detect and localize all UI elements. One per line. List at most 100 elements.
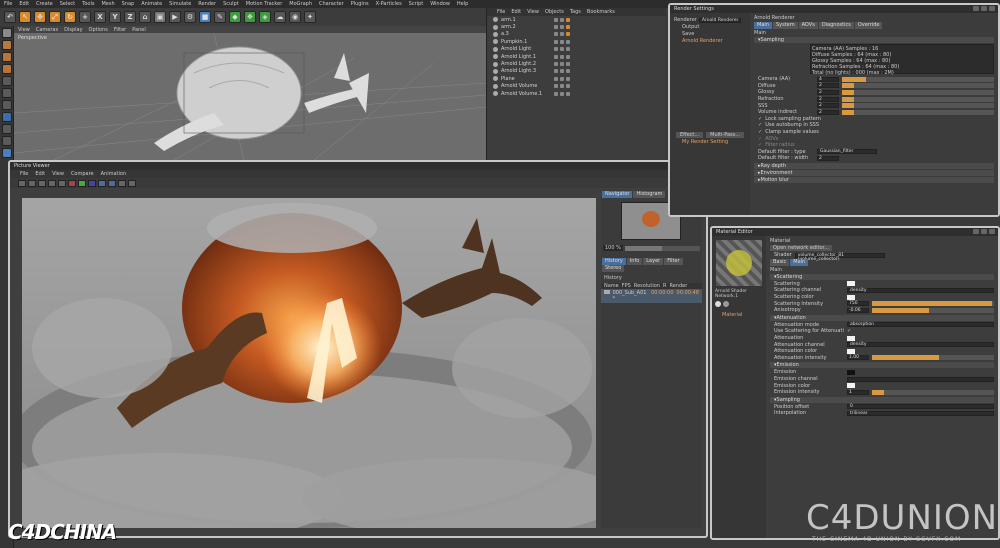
param-value[interactable]: 750 [847,301,869,307]
param-field[interactable] [847,376,994,382]
param-slider[interactable] [842,96,994,102]
tab-navigator[interactable]: Navigator [602,191,633,198]
collapsed-section[interactable]: ▸ Motion blur [754,176,994,183]
menu-item-17[interactable]: Window [430,1,450,7]
info-tab-4[interactable]: Stereo [602,265,625,272]
copy-icon[interactable] [58,179,66,187]
collapsed-section[interactable]: ▸ Ray depth [754,162,994,169]
collapsed-section[interactable]: ▸ Environment [754,169,994,176]
node-icon[interactable] [715,301,721,307]
tag-icon[interactable] [554,54,558,59]
tag-icon[interactable] [560,17,564,22]
param-value[interactable]: 2 [817,109,839,115]
grid-view-icon[interactable] [108,179,116,187]
object-row[interactable]: Arnold Light [487,46,666,53]
tag-icon[interactable] [560,32,564,37]
color-swatch[interactable] [847,383,855,389]
tag-icon[interactable] [560,84,564,89]
tag-icon[interactable] [566,54,570,59]
info-tab-3[interactable]: Filter [664,258,683,265]
menu-item-13[interactable]: Character [319,1,344,7]
menu-item-2[interactable]: Create [36,1,53,7]
object-row[interactable]: Plane [487,75,666,82]
om-menu-item-3[interactable]: Objects [545,9,564,15]
lock-icon[interactable] [2,136,12,146]
tag-icon[interactable] [554,25,558,30]
cube-icon[interactable]: ■ [199,11,211,23]
render-view-icon[interactable]: ▶ [169,11,181,23]
tag-icon[interactable] [560,69,564,74]
param-field[interactable]: trilinear [847,410,994,416]
minimize-icon[interactable] [973,229,979,234]
sampling-section[interactable]: ▾ Sampling [770,396,994,403]
object-row[interactable]: Arnold Light.1 [487,53,666,60]
param-field[interactable]: density [847,287,994,293]
shader-dropdown[interactable]: volume_collector_81 (volume_collector) [794,252,885,262]
menu-item-6[interactable]: Snap [122,1,135,7]
channel-g-icon[interactable] [78,179,86,187]
rs-tab-2[interactable]: AOVs [798,22,818,29]
viewport-menu-item-0[interactable]: View [18,27,30,33]
x-axis-toggle[interactable]: X [94,11,106,23]
param-value[interactable]: 4 [817,76,839,82]
param-slider[interactable] [872,307,994,313]
undo-icon[interactable]: ↶ [4,11,16,23]
render-region-icon[interactable]: ▣ [154,11,166,23]
filter-width-field[interactable]: 2 [817,155,839,161]
y-axis-toggle[interactable]: Y [109,11,121,23]
me-tab-0[interactable]: Basic [770,258,790,266]
option-row[interactable]: ✓ AOVs [754,135,994,142]
object-row[interactable]: Arnold Light.3 [487,68,666,75]
attenuation-section[interactable]: ▾ Attenuation [770,314,994,321]
viewport-menu-item-2[interactable]: Display [64,27,82,33]
filter-type-dropdown[interactable]: Gaussian_filter [817,149,877,155]
om-menu-item-2[interactable]: View [527,9,539,15]
emission-section[interactable]: ▾ Emission [770,362,994,369]
sidebar-item-output[interactable]: Output [670,23,750,30]
tag-icon[interactable] [566,25,570,30]
pv-menu-item-4[interactable]: Animation [101,171,127,177]
select-tool-icon[interactable]: ↖ [19,11,31,23]
color-swatch[interactable] [847,281,855,287]
menu-item-12[interactable]: MoGraph [289,1,312,7]
channel-b-icon[interactable] [88,179,96,187]
render-icon[interactable] [28,179,36,187]
rs-tab-4[interactable]: Override [854,22,883,29]
param-slider[interactable] [842,109,994,115]
menu-item-1[interactable]: Edit [19,1,29,7]
points-mode-icon[interactable] [2,76,12,86]
camera-icon[interactable]: ◉ [289,11,301,23]
material-channel-item[interactable]: Material [714,308,764,322]
tab-histogram[interactable]: Histogram [633,191,666,198]
param-slider[interactable] [842,103,994,109]
menu-item-8[interactable]: Simulate [169,1,191,7]
option-check-icon[interactable]: ✓ [758,129,762,135]
tag-icon[interactable] [566,84,570,89]
save-icon[interactable] [18,179,26,187]
history-header-4[interactable]: Render [669,283,687,289]
rs-tab-3[interactable]: Diagnostics [818,22,854,29]
grid-icon[interactable] [2,148,12,158]
object-row[interactable]: Arnold Light.2 [487,60,666,67]
tag-icon[interactable] [566,69,570,74]
light-icon[interactable]: ✦ [304,11,316,23]
info-tab-1[interactable]: Info [626,258,643,265]
tag-icon[interactable] [560,47,564,52]
menu-item-10[interactable]: Sculpt [223,1,239,7]
param-value[interactable]: 1.00 [847,355,869,361]
zoom-value[interactable]: 100 % [603,245,623,251]
param-field[interactable]: absorption [847,322,994,328]
menu-item-7[interactable]: Animate [141,1,162,7]
tag-icon[interactable] [554,76,558,81]
rotate-tool-icon[interactable]: ↻ [64,11,76,23]
info-tab-0[interactable]: History [602,258,626,265]
viewport-menu-item-1[interactable]: Cameras [36,27,58,33]
renderer-dropdown[interactable]: Arnold Renderer [698,17,741,23]
texture-mode-icon[interactable] [2,52,12,62]
history-header-1[interactable]: FPS [622,283,631,289]
option-row[interactable]: ✓ Use autobump in SSS [754,122,994,129]
option-row[interactable]: ✓ Clamp sample values [754,129,994,136]
param-slider[interactable] [872,389,994,395]
maximize-icon[interactable] [981,229,987,234]
om-menu-item-0[interactable]: File [497,9,505,15]
